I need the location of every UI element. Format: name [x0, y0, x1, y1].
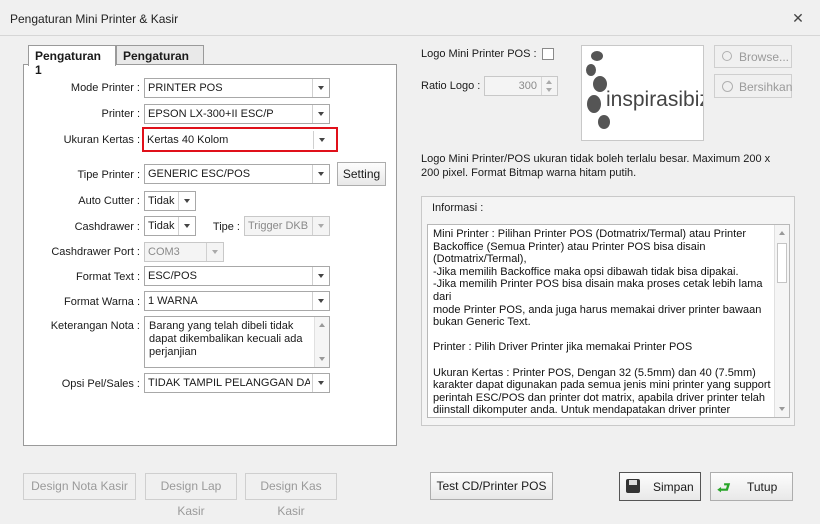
- keterangan-nota-label: Keterangan Nota :: [50, 320, 140, 332]
- design-nota-kasir-button[interactable]: Design Nota Kasir: [23, 473, 136, 500]
- chevron-down-icon[interactable]: [312, 217, 329, 235]
- scroll-thumb[interactable]: [777, 243, 787, 283]
- tipe-label: Tipe :: [212, 221, 240, 233]
- info-textbox[interactable]: Mini Printer : Pilihan Printer POS (Dotm…: [427, 224, 790, 418]
- ukuran-kertas-select[interactable]: Kertas 40 Kolom: [142, 127, 338, 152]
- cashdrawer-port-select[interactable]: COM3: [144, 242, 224, 262]
- logo-preview: inspirasibiz: [581, 45, 710, 141]
- cashdrawer-select[interactable]: Tidak: [144, 216, 196, 236]
- close-icon[interactable]: ✕: [790, 10, 806, 26]
- format-warna-label: Format Warna :: [64, 296, 140, 308]
- cashdrawer-label: Cashdrawer :: [74, 221, 140, 233]
- window-title: Pengaturan Mini Printer & Kasir: [10, 12, 179, 26]
- auto-cutter-label: Auto Cutter :: [78, 195, 140, 207]
- scroll-up-icon[interactable]: [779, 231, 785, 235]
- scroll-up-icon[interactable]: [319, 323, 325, 327]
- tutup-button[interactable]: ⮐ Tutup: [710, 472, 793, 501]
- exit-icon: ⮐: [717, 480, 731, 497]
- logo-image: inspirasibiz: [586, 51, 710, 129]
- tab-pengaturan-1[interactable]: Pengaturan 1: [28, 45, 116, 77]
- simpan-button[interactable]: Simpan: [619, 472, 701, 501]
- scroll-down-icon[interactable]: [779, 407, 785, 411]
- chevron-down-icon[interactable]: [178, 217, 195, 235]
- tipe-printer-label: Tipe Printer :: [77, 169, 140, 181]
- chevron-down-icon[interactable]: [312, 374, 329, 392]
- info-scrollbar[interactable]: [774, 225, 789, 417]
- clear-button[interactable]: Bersihkan: [714, 74, 792, 98]
- setting-button[interactable]: Setting: [337, 162, 386, 186]
- chevron-down-icon[interactable]: [312, 292, 329, 310]
- chevron-down-icon[interactable]: [312, 105, 329, 123]
- svg-text:inspirasibiz: inspirasibiz: [606, 88, 703, 111]
- keterangan-nota-textarea[interactable]: Barang yang telah dibeli tidak dapat dik…: [144, 316, 330, 368]
- clear-icon: [722, 81, 733, 92]
- memo-scrollbar[interactable]: [314, 317, 329, 367]
- chevron-down-icon[interactable]: [206, 243, 223, 261]
- cashdrawer-port-label: Cashdrawer Port :: [51, 246, 140, 258]
- mode-printer-label: Mode Printer :: [70, 82, 140, 94]
- design-kas-kasir-button[interactable]: Design Kas Kasir: [245, 473, 337, 518]
- printer-label: Printer :: [101, 108, 140, 120]
- chevron-down-icon[interactable]: [312, 267, 329, 285]
- scroll-down-icon[interactable]: [319, 357, 325, 361]
- design-lap-kasir-button[interactable]: Design Lap Kasir: [145, 473, 237, 518]
- chevron-down-icon[interactable]: [312, 165, 329, 183]
- title-bar: Pengaturan Mini Printer & Kasir ✕: [0, 0, 820, 36]
- ukuran-kertas-label: Ukuran Kertas :: [63, 134, 140, 146]
- printer-select[interactable]: EPSON LX-300+II ESC/P: [144, 104, 330, 124]
- chevron-down-icon[interactable]: [313, 131, 330, 149]
- search-icon: [722, 51, 732, 61]
- opsi-pel-sales-label: Opsi Pel/Sales :: [61, 378, 140, 390]
- format-text-select[interactable]: ESC/POS: [144, 266, 330, 286]
- info-group: Informasi : Mini Printer : Pilihan Print…: [421, 196, 795, 426]
- format-text-label: Format Text :: [76, 271, 140, 283]
- ratio-logo-label: Ratio Logo :: [421, 80, 481, 92]
- chevron-down-icon[interactable]: [312, 79, 329, 97]
- tipe-printer-select[interactable]: GENERIC ESC/POS: [144, 164, 330, 184]
- save-icon: [626, 479, 640, 493]
- tipe-select[interactable]: Trigger DKB: [244, 216, 330, 236]
- logo-note: Logo Mini Printer/POS ukuran tidak boleh…: [421, 153, 771, 179]
- mode-printer-select[interactable]: PRINTER POS: [144, 78, 330, 98]
- spinner-arrows-icon[interactable]: [541, 77, 557, 95]
- chevron-down-icon[interactable]: [178, 192, 195, 210]
- format-warna-select[interactable]: 1 WARNA: [144, 291, 330, 311]
- test-printer-button[interactable]: Test CD/Printer POS: [430, 472, 553, 500]
- tab-pengaturan-2[interactable]: Pengaturan 2: [116, 45, 204, 77]
- info-title: Informasi :: [432, 202, 484, 214]
- info-text: Mini Printer : Pilihan Printer POS (Dotm…: [433, 228, 771, 417]
- opsi-pel-sales-select[interactable]: TIDAK TAMPIL PELANGGAN DA...: [144, 373, 330, 393]
- logo-checkbox-label: Logo Mini Printer POS :: [421, 48, 537, 60]
- ratio-logo-spinner[interactable]: 300: [484, 76, 558, 96]
- logo-checkbox[interactable]: [542, 48, 554, 60]
- auto-cutter-select[interactable]: Tidak: [144, 191, 196, 211]
- ratio-logo-value: 300: [518, 80, 537, 92]
- browse-button[interactable]: Browse...: [714, 45, 792, 68]
